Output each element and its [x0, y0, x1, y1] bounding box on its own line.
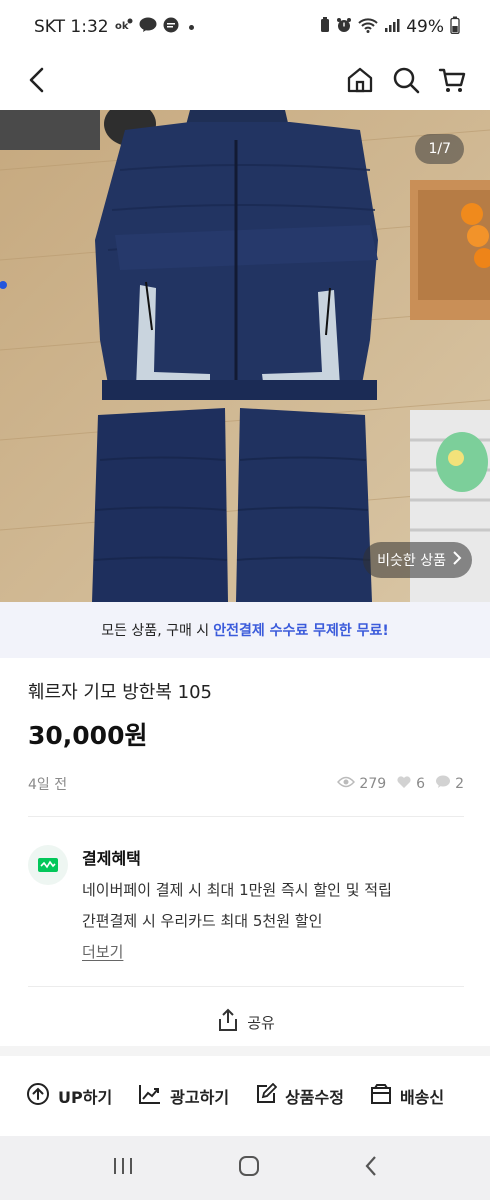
seller-action-bar: UP하기 광고하기 상품수정 배송신 — [0, 1056, 490, 1136]
alarm-icon — [336, 17, 352, 38]
search-icon — [392, 66, 420, 98]
up-circle-icon — [26, 1082, 50, 1110]
chat-count: 2 — [435, 775, 464, 793]
product-meta: 4일 전 279 6 2 — [28, 774, 464, 794]
similar-products-label: 비슷한 상품 — [377, 553, 446, 569]
home-system-button[interactable] — [237, 1154, 261, 1182]
chevron-right-icon — [452, 551, 462, 569]
battery-icon — [450, 16, 460, 39]
talk-icon — [139, 17, 157, 38]
up-button[interactable]: UP하기 — [26, 1082, 112, 1110]
chat-bubble-icon — [435, 775, 451, 793]
product-image-gallery[interactable]: 1/7 비슷한 상품 — [0, 110, 490, 602]
back-system-button[interactable] — [363, 1154, 379, 1182]
edit-icon — [255, 1082, 278, 1109]
view-count: 279 — [337, 776, 386, 792]
divider — [28, 816, 464, 817]
share-icon — [217, 1008, 239, 1036]
benefit-title: 결제혜택 — [82, 849, 141, 868]
payment-benefits: 결제혜택 네이버페이 결제 시 최대 1만원 즉시 할인 및 적립 간편결제 시… — [28, 845, 464, 962]
back-button[interactable] — [20, 64, 56, 100]
product-info: 훼르자 기모 방한복 105 30,000원 4일 전 279 6 2 결제혜택… — [28, 678, 464, 1057]
chart-icon — [138, 1083, 162, 1109]
promo-text: 모든 상품, 구매 시 — [101, 623, 210, 639]
message-icon — [163, 17, 179, 38]
recent-apps-button[interactable] — [111, 1156, 135, 1180]
search-button[interactable] — [388, 64, 424, 100]
kakao-ok-icon: ok — [115, 18, 133, 36]
safe-payment-banner[interactable]: 모든 상품, 구매 시 안전결제 수수료 무제한 무료! — [0, 602, 490, 658]
status-time: SKT 1:32 — [34, 17, 109, 37]
edit-product-button[interactable]: 상품수정 — [255, 1082, 344, 1109]
share-label: 공유 — [247, 1013, 275, 1032]
cart-button[interactable] — [434, 64, 470, 100]
svg-text:ok: ok — [115, 21, 129, 32]
top-navigation — [0, 54, 490, 110]
benefit-more-link[interactable]: 더보기 — [82, 941, 392, 962]
home-button[interactable] — [342, 64, 378, 100]
advertise-button[interactable]: 광고하기 — [138, 1083, 229, 1109]
benefit-line: 네이버페이 결제 시 최대 1만원 즉시 할인 및 적립 — [82, 881, 392, 899]
naverpay-logo-icon — [28, 845, 68, 885]
promo-highlight: 안전결제 수수료 무제한 무료! — [213, 623, 389, 639]
benefit-line: 간편결제 시 우리카드 최대 5천원 할인 — [82, 912, 323, 930]
battery-saver-icon — [320, 16, 330, 38]
system-navigation-bar — [0, 1136, 490, 1200]
posted-time: 4일 전 — [28, 777, 68, 793]
status-bar: SKT 1:32 ok 49% — [0, 0, 490, 54]
like-count: 6 — [396, 775, 425, 793]
box-icon — [370, 1083, 392, 1109]
image-counter: 1/7 — [415, 134, 464, 164]
similar-products-button[interactable]: 비슷한 상품 — [363, 542, 472, 578]
shipping-button[interactable]: 배송신 — [370, 1083, 444, 1109]
cart-icon — [438, 66, 466, 98]
home-icon — [346, 66, 374, 98]
signal-icon — [384, 17, 400, 38]
wifi-icon — [358, 17, 378, 38]
product-title: 훼르자 기모 방한복 105 — [28, 682, 213, 703]
product-photo — [0, 110, 490, 602]
battery-level: 49% — [406, 17, 444, 37]
eye-icon — [337, 776, 356, 792]
product-price: 30,000원 — [28, 721, 148, 750]
notification-dot-icon — [188, 24, 194, 30]
section-gap — [0, 1046, 490, 1056]
back-icon — [27, 67, 49, 97]
heart-icon — [396, 775, 412, 793]
